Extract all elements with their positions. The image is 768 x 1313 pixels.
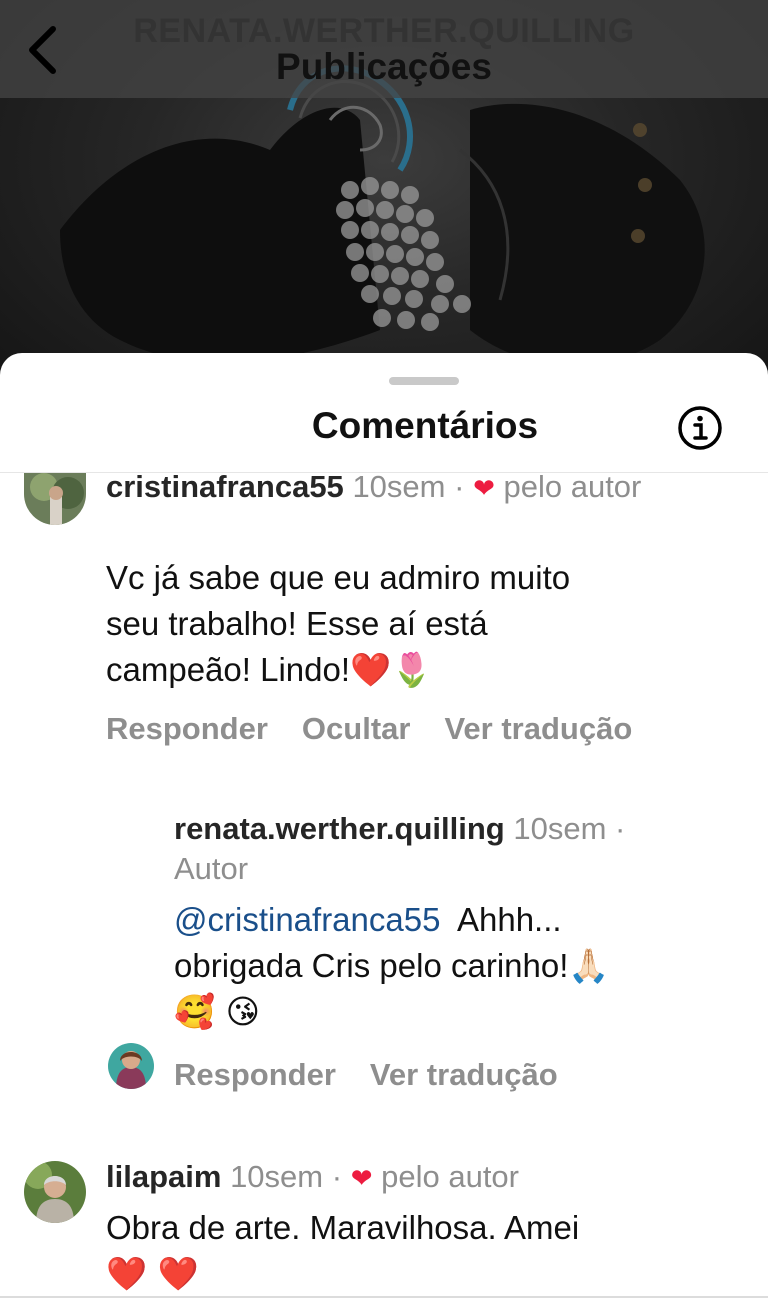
comment-username[interactable]: renata.werther.quilling <box>174 811 505 846</box>
separator: · <box>331 1159 343 1194</box>
emoji: ❤️🌷 <box>350 650 433 689</box>
avatar-image <box>24 1161 86 1223</box>
emoji: 🙏🏻 <box>568 946 610 985</box>
comment-time: 10sem <box>513 811 607 846</box>
comments-sheet: Comentários cristinafranca55 10sem · ❤ p… <box>0 353 768 1313</box>
liked-by-author-label: pelo autor <box>503 473 642 504</box>
comment-username[interactable]: cristinafranca55 <box>106 473 344 504</box>
separator: · <box>615 811 626 846</box>
avatar[interactable] <box>24 1161 86 1223</box>
info-button[interactable] <box>677 405 723 451</box>
avatar-image <box>24 473 86 525</box>
info-icon <box>678 406 722 450</box>
emoji: 🥰 😘 <box>174 992 260 1031</box>
see-translation-button[interactable]: Ver tradução <box>370 1057 558 1093</box>
comment-text-line: obrigada Cris pelo carinho! <box>174 947 569 984</box>
comment-actions: Responder Ocultar Ver tradução <box>106 711 632 747</box>
sheet-drag-handle[interactable] <box>389 377 459 385</box>
comment-time: 10sem <box>230 1159 324 1194</box>
comment-time: 10sem <box>352 473 446 504</box>
emoji: ❤️ ❤️ <box>106 1254 199 1293</box>
comment-username[interactable]: lilapaim <box>106 1159 221 1194</box>
comment-text-line: Obra de arte. Maravilhosa. Amei <box>106 1209 580 1246</box>
author-badge: Autor <box>174 851 249 886</box>
see-translation-button[interactable]: Ver tradução <box>444 711 632 747</box>
comment-header: cristinafranca55 10sem · ❤ pelo autor <box>106 473 746 508</box>
avatar[interactable] <box>24 473 86 525</box>
reply-actions: Responder Ver tradução <box>174 1057 558 1093</box>
reply-header: renata.werther.quilling 10sem · Autor <box>174 809 754 889</box>
heart-icon: ❤ <box>350 1163 373 1193</box>
comment-text-line: Ahhh... <box>456 901 562 938</box>
reply-avatar[interactable] <box>108 1043 154 1089</box>
comment-text-line: seu trabalho! Esse aí está <box>106 605 488 642</box>
reply-text: @cristinafranca55 Ahhh... obrigada Cris … <box>174 897 754 1035</box>
reply-button[interactable]: Responder <box>106 711 268 747</box>
page-title: Publicações <box>276 46 492 87</box>
heart-icon: ❤ <box>473 473 495 503</box>
avatar-image <box>108 1043 154 1089</box>
comments-list[interactable]: cristinafranca55 10sem · ❤ pelo autor Vc… <box>0 473 768 1313</box>
separator: · <box>454 473 465 504</box>
bottom-divider <box>0 1296 768 1298</box>
hide-button[interactable]: Ocultar <box>302 711 411 747</box>
comment-text-line: campeão! Lindo! <box>106 651 351 688</box>
mention-link[interactable]: @cristinafranca55 <box>174 901 440 938</box>
comment-header: lilapaim 10sem · ❤ pelo autor <box>106 1157 746 1198</box>
reply-button[interactable]: Responder <box>174 1057 336 1093</box>
top-navigation-bar: RENATA.WERTHER.QUILLING Publicações <box>0 0 768 98</box>
sheet-title: Comentários <box>311 405 539 446</box>
liked-by-author-label: pelo autor <box>381 1159 519 1194</box>
comment-text: Obra de arte. Maravilhosa. Amei ❤️ ❤️ <box>106 1205 746 1297</box>
comment-text: Vc já sabe que eu admiro muito seu traba… <box>106 555 746 693</box>
comment-text-line: Vc já sabe que eu admiro muito <box>106 559 571 596</box>
